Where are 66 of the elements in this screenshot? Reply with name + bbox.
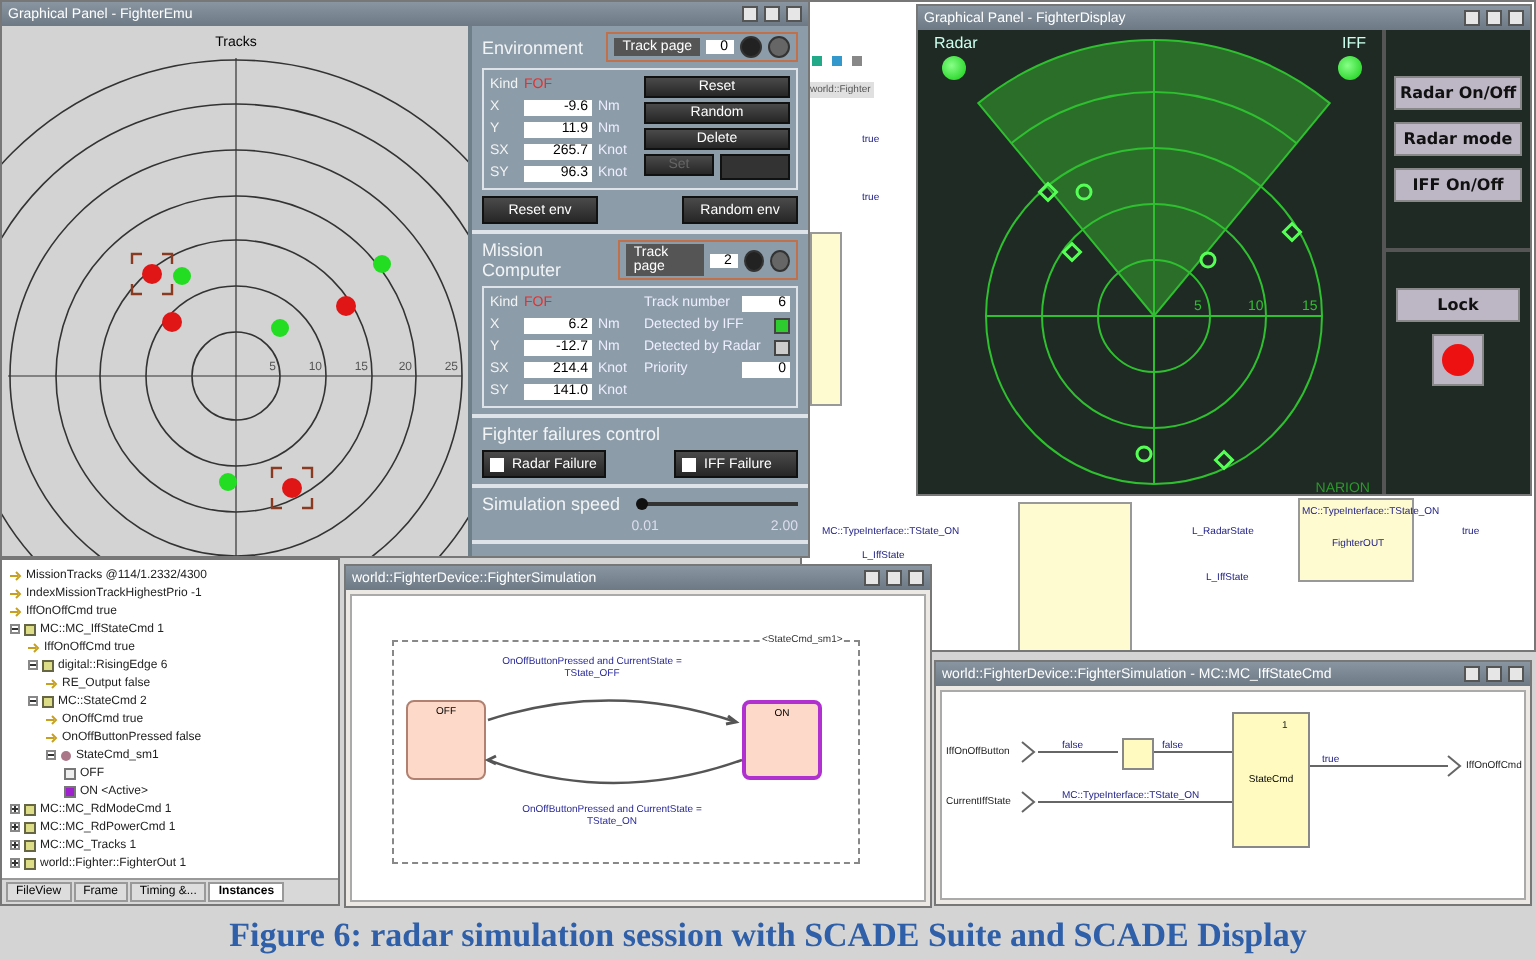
edge-operator-block: [1122, 738, 1154, 770]
friendly-track-marker[interactable]: [173, 267, 191, 285]
friendly-track-marker[interactable]: [219, 473, 237, 491]
hostile-track-marker[interactable]: [282, 478, 302, 498]
section-title: Mission Computer: [482, 240, 564, 280]
section-title: Environment: [482, 37, 584, 57]
maximize-button[interactable]: [764, 6, 780, 22]
lamp-label: Radar: [934, 34, 978, 52]
display-button[interactable]: Radar mode: [1394, 121, 1522, 156]
operator-icon: [24, 623, 36, 635]
round-button[interactable]: [740, 36, 762, 58]
section-title: Fighter failures control: [482, 424, 663, 444]
close-button[interactable]: [786, 6, 802, 22]
expand-toggle[interactable]: [10, 858, 20, 868]
close-button[interactable]: [1508, 10, 1524, 26]
figure-caption: Figure 6: radar simulation session with SCADE Suite and SCADE Display: [227, 916, 1309, 956]
section-title: Simulation speed: [482, 494, 621, 514]
hostile-track-marker[interactable]: [142, 264, 162, 284]
selection-bracket: [270, 466, 314, 510]
checkbox[interactable]: [774, 339, 790, 355]
target-marker[interactable]: [1199, 251, 1217, 269]
expand-toggle[interactable]: [46, 750, 56, 760]
target-marker[interactable]: [1135, 445, 1153, 463]
operator-icon: [42, 695, 54, 707]
arrow-icon: [28, 641, 40, 653]
minimize-button[interactable]: [1464, 10, 1480, 26]
expand-toggle[interactable]: [10, 840, 20, 850]
hostile-track-marker[interactable]: [162, 312, 182, 332]
minimize-button[interactable]: [742, 6, 758, 22]
target-marker[interactable]: [1213, 449, 1235, 471]
display-button[interactable]: Radar On/Off: [1394, 75, 1522, 110]
arrow-icon: [10, 569, 22, 581]
hostile-track-marker[interactable]: [336, 296, 356, 316]
lock-button[interactable]: Lock: [1396, 287, 1520, 321]
arrow-icon: [10, 587, 22, 599]
expand-toggle[interactable]: [10, 822, 20, 832]
round-button[interactable]: [769, 249, 790, 271]
selection-bracket: [130, 252, 174, 296]
close-button[interactable]: [908, 570, 924, 586]
display-button[interactable]: IFF On/Off: [1394, 167, 1522, 202]
expand-toggle[interactable]: [10, 804, 20, 814]
expand-toggle[interactable]: [28, 660, 38, 670]
arrow-icon: [46, 713, 58, 725]
arrow-icon: [46, 731, 58, 743]
expand-toggle[interactable]: [28, 696, 38, 706]
target-marker[interactable]: [1075, 183, 1093, 201]
arrow-icon: [46, 677, 58, 689]
round-button[interactable]: [768, 36, 790, 58]
minimize-button[interactable]: [864, 570, 880, 586]
maximize-button[interactable]: [886, 570, 902, 586]
checkbox[interactable]: [774, 317, 790, 333]
target-marker[interactable]: [1061, 241, 1083, 263]
minimize-button[interactable]: [1464, 666, 1480, 682]
lamp-label: IFF: [1342, 34, 1366, 52]
expand-toggle[interactable]: [10, 624, 20, 634]
target-marker[interactable]: [1281, 221, 1303, 243]
friendly-track-marker[interactable]: [373, 255, 391, 273]
state-machine-icon: [60, 749, 72, 761]
friendly-track-marker[interactable]: [271, 319, 289, 337]
round-button[interactable]: [743, 249, 764, 271]
arrow-icon: [10, 605, 22, 617]
operator-icon: [42, 659, 54, 671]
target-marker[interactable]: [1037, 181, 1059, 203]
maximize-button[interactable]: [1486, 666, 1502, 682]
close-button[interactable]: [1508, 666, 1524, 682]
maximize-button[interactable]: [1486, 10, 1502, 26]
